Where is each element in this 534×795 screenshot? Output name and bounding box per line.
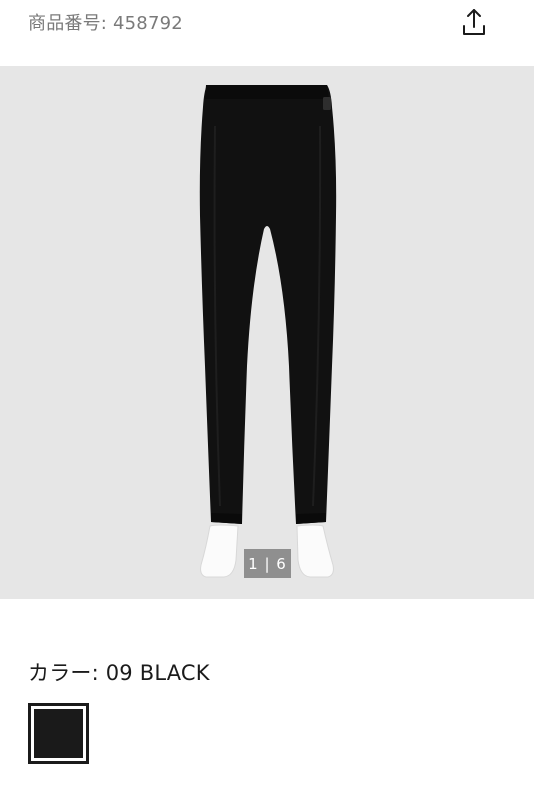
color-swatch-black[interactable] <box>28 703 89 764</box>
color-label: カラー: 09 BLACK <box>28 661 210 685</box>
share-button[interactable] <box>458 6 490 38</box>
product-code: 商品番号: 458792 <box>28 13 183 34</box>
image-counter: 1 | 6 <box>244 549 291 578</box>
share-upload-icon <box>463 9 485 35</box>
product-image-gallery[interactable]: 1 | 6 <box>0 66 534 599</box>
product-header: 商品番号: 458792 <box>0 0 534 66</box>
swatch-color-fill <box>34 709 83 758</box>
product-image-leggings <box>199 85 337 578</box>
